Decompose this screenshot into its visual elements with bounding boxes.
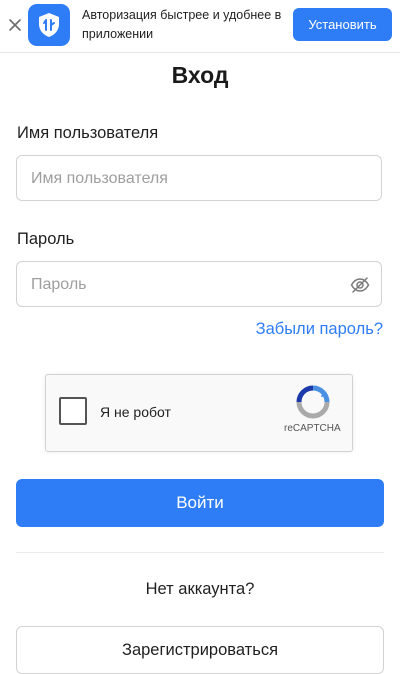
app-install-banner: Авторизация быстрее и удобнее в приложен… <box>0 0 400 53</box>
username-input[interactable] <box>29 156 353 202</box>
password-field-container <box>16 261 382 308</box>
password-label: Пароль <box>17 230 75 248</box>
recaptcha-logo-icon <box>296 385 330 419</box>
app-icon[interactable] <box>28 4 70 46</box>
username-field-container <box>16 155 382 202</box>
forgot-password-link[interactable]: Забыли пароль? <box>256 320 383 339</box>
recaptcha-label: Я не робот <box>100 404 171 420</box>
username-label: Имя пользователя <box>17 124 159 142</box>
recaptcha-checkbox[interactable] <box>59 397 87 425</box>
eye-off-icon[interactable] <box>350 275 370 295</box>
register-button[interactable]: Зарегистрироваться <box>16 626 384 674</box>
divider <box>16 552 384 553</box>
banner-text: Авторизация быстрее и удобнее в приложен… <box>82 8 282 41</box>
recaptcha-widget: Я не робот reCAPTCHA <box>45 374 353 452</box>
password-input[interactable] <box>29 262 353 308</box>
install-button[interactable]: Установить <box>293 8 392 41</box>
no-account-text: Нет аккаунта? <box>145 580 255 598</box>
close-icon[interactable] <box>5 15 25 35</box>
page-title: Вход <box>171 62 229 88</box>
shield-icon <box>39 13 59 37</box>
recaptcha-brand: reCAPTCHA <box>284 423 341 434</box>
login-button[interactable]: Войти <box>16 479 384 527</box>
